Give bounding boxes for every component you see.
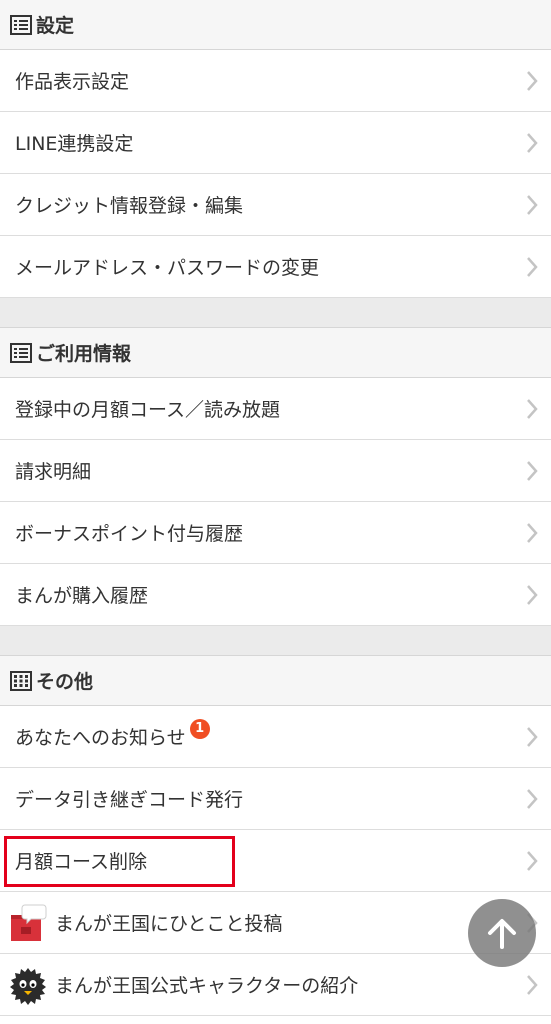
menu-item-email-password[interactable]: メールアドレス・パスワードの変更 bbox=[0, 236, 551, 298]
mailbox-icon bbox=[9, 903, 47, 943]
menu-item-label: クレジット情報登録・編集 bbox=[15, 195, 244, 217]
section-title: ご利用情報 bbox=[36, 343, 132, 365]
menu-item-transfer-code[interactable]: データ引き継ぎコード発行 bbox=[0, 768, 551, 830]
menu-item-purchase-history[interactable]: まんが購入履歴 bbox=[0, 564, 551, 626]
menu-item-label: まんが王国にひとこと投稿 bbox=[55, 913, 283, 935]
menu-item-label: ボーナスポイント付与履歴 bbox=[15, 523, 244, 545]
chevron-right-icon bbox=[527, 974, 538, 995]
menu-item-label: 登録中の月額コース／読み放題 bbox=[15, 399, 281, 421]
menu-item-label: 月額コース削除 bbox=[15, 851, 148, 873]
menu-item-label: LINE連携設定 bbox=[15, 133, 134, 155]
section-divider bbox=[0, 626, 551, 656]
section-header-other: その他 bbox=[0, 656, 551, 706]
section-title: その他 bbox=[36, 671, 94, 693]
menu-item-line-settings[interactable]: LINE連携設定 bbox=[0, 112, 551, 174]
list-icon bbox=[10, 14, 32, 35]
section-header-usage-info: ご利用情報 bbox=[0, 328, 551, 378]
menu-item-billing[interactable]: 請求明細 bbox=[0, 440, 551, 502]
chevron-right-icon bbox=[527, 584, 538, 605]
menu-item-label: まんが購入履歴 bbox=[15, 585, 149, 607]
menu-item-notifications[interactable]: あなたへのお知らせ 1 bbox=[0, 706, 551, 768]
section-usage-info: ご利用情報 登録中の月額コース／読み放題 請求明細 ボーナスポイント付与履歴 ま… bbox=[0, 328, 551, 626]
section-other: その他 あなたへのお知らせ 1 データ引き継ぎコード発行 月額コース削除 まんが… bbox=[0, 656, 551, 1016]
notification-badge: 1 bbox=[189, 718, 210, 739]
menu-item-subscription[interactable]: 登録中の月額コース／読み放題 bbox=[0, 378, 551, 440]
menu-item-display-settings[interactable]: 作品表示設定 bbox=[0, 50, 551, 112]
menu-item-label: 請求明細 bbox=[15, 461, 92, 483]
character-icon bbox=[9, 965, 47, 1005]
chevron-right-icon bbox=[527, 70, 538, 91]
chevron-right-icon bbox=[527, 788, 538, 809]
menu-item-label: データ引き継ぎコード発行 bbox=[15, 789, 244, 811]
menu-item-bonus-points[interactable]: ボーナスポイント付与履歴 bbox=[0, 502, 551, 564]
chevron-right-icon bbox=[527, 850, 538, 871]
menu-item-credit-settings[interactable]: クレジット情報登録・編集 bbox=[0, 174, 551, 236]
menu-item-label: まんが王国公式キャラクターの紹介 bbox=[55, 975, 359, 997]
menu-item-label: あなたへのお知らせ bbox=[15, 727, 186, 749]
chevron-right-icon bbox=[527, 398, 538, 419]
chevron-right-icon bbox=[527, 522, 538, 543]
chevron-right-icon bbox=[527, 256, 538, 277]
section-settings: 設定 作品表示設定 LINE連携設定 クレジット情報登録・編集 メールアドレス・… bbox=[0, 0, 551, 298]
grid-icon bbox=[10, 670, 32, 691]
section-title: 設定 bbox=[36, 15, 75, 37]
chevron-right-icon bbox=[527, 460, 538, 481]
arrow-up-icon bbox=[488, 919, 516, 949]
scroll-to-top-button[interactable] bbox=[468, 899, 536, 967]
menu-item-label: メールアドレス・パスワードの変更 bbox=[15, 257, 320, 279]
menu-item-official-character[interactable]: まんが王国公式キャラクターの紹介 bbox=[0, 954, 551, 1016]
section-divider bbox=[0, 298, 551, 328]
section-header-settings: 設定 bbox=[0, 0, 551, 50]
chevron-right-icon bbox=[527, 132, 538, 153]
chevron-right-icon bbox=[527, 726, 538, 747]
list-icon bbox=[10, 342, 32, 363]
chevron-right-icon bbox=[527, 194, 538, 215]
menu-item-delete-subscription[interactable]: 月額コース削除 bbox=[0, 830, 551, 892]
menu-item-label: 作品表示設定 bbox=[15, 71, 130, 93]
